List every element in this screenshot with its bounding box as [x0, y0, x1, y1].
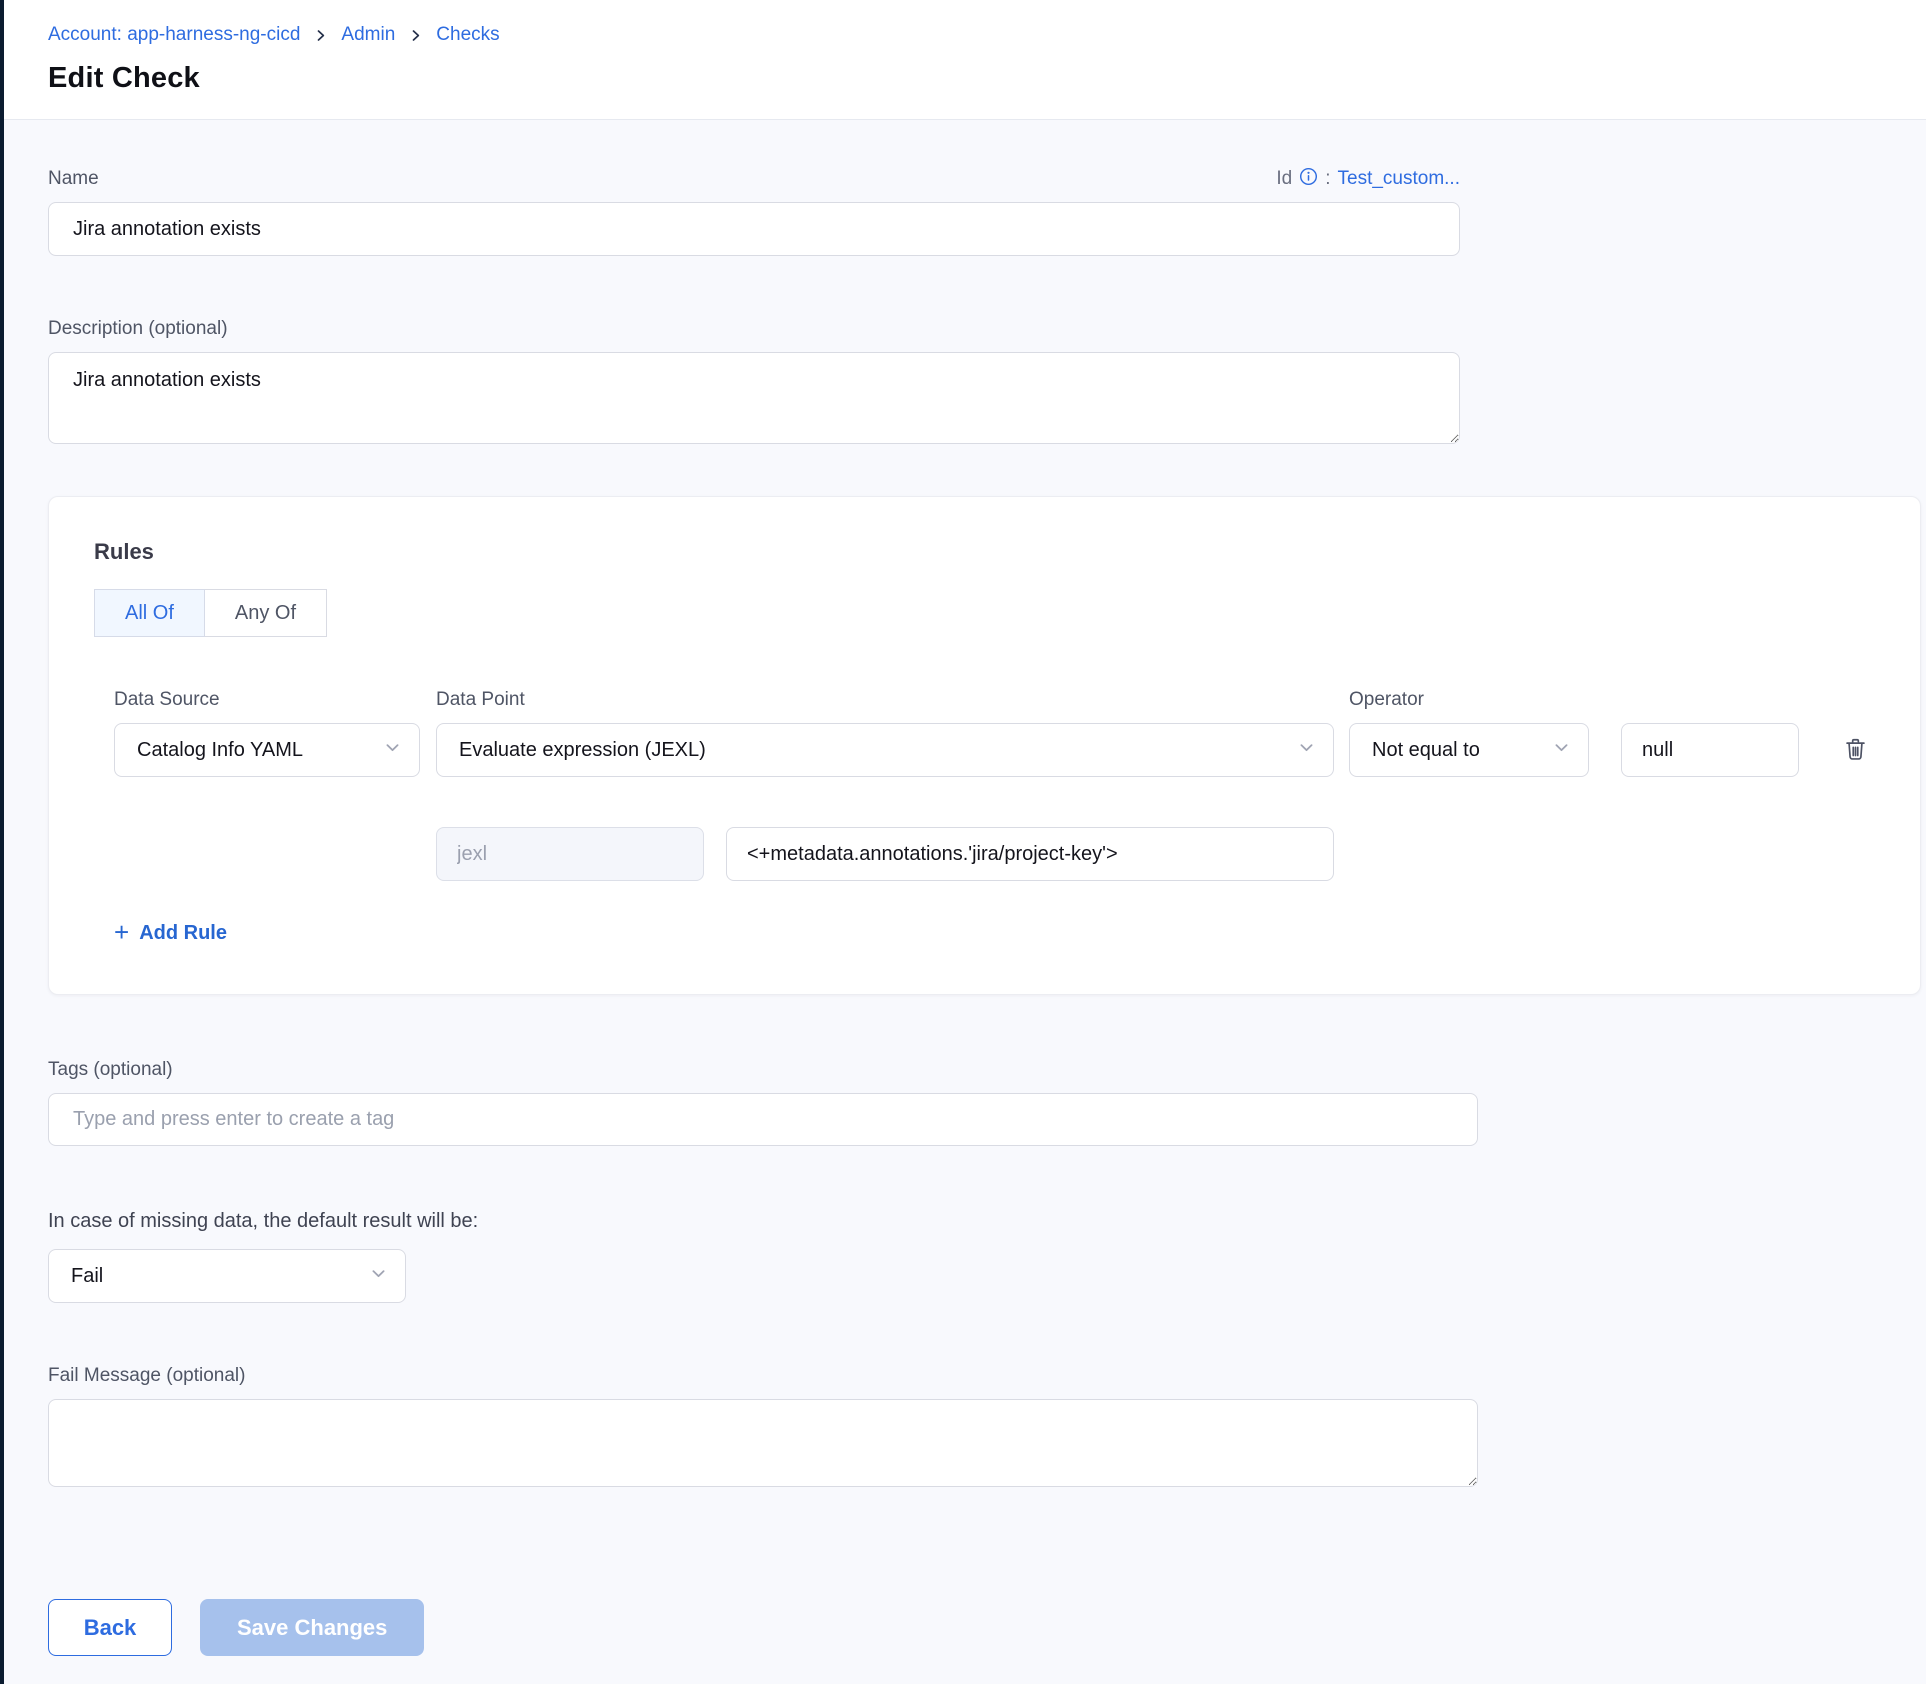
breadcrumb: Account: app-harness-ng-cicd Admin Check…	[48, 24, 1926, 46]
chevron-right-icon	[409, 29, 422, 42]
fail-message-label: Fail Message (optional)	[48, 1365, 245, 1386]
page-header: Account: app-harness-ng-cicd Admin Check…	[0, 0, 1926, 120]
data-point-value: Evaluate expression (JEXL)	[459, 739, 706, 762]
operator-select[interactable]: Not equal to	[1349, 723, 1589, 777]
operator-value: Not equal to	[1372, 739, 1480, 762]
breadcrumb-admin-link[interactable]: Admin	[341, 24, 395, 46]
tags-label: Tags (optional)	[48, 1059, 173, 1080]
operator-label: Operator	[1349, 689, 1589, 711]
chevron-down-icon	[370, 1265, 387, 1288]
data-point-label: Data Point	[436, 689, 1334, 711]
missing-data-label: In case of missing data, the default res…	[48, 1210, 1926, 1233]
id-label: Id	[1276, 168, 1292, 190]
info-icon[interactable]	[1299, 167, 1318, 186]
trash-icon	[1842, 734, 1869, 766]
rule-value-input[interactable]	[1621, 723, 1799, 777]
rule-row: Data Source Catalog Info YAML Data Point…	[114, 689, 1875, 881]
description-textarea[interactable]: Jira annotation exists	[48, 352, 1460, 444]
tags-input[interactable]	[48, 1093, 1478, 1146]
name-input[interactable]	[48, 202, 1460, 256]
default-result-value: Fail	[71, 1265, 103, 1288]
back-button[interactable]: Back	[48, 1599, 172, 1656]
check-id-line: Id : Test_custom...	[1276, 168, 1460, 190]
description-label: Description (optional)	[48, 318, 228, 339]
check-id-link[interactable]: Test_custom...	[1338, 168, 1461, 190]
id-separator: :	[1325, 168, 1330, 190]
name-label: Name	[48, 168, 99, 190]
chevron-right-icon	[314, 29, 327, 42]
form-actions: Back Save Changes	[48, 1599, 1926, 1656]
all-of-toggle[interactable]: All Of	[94, 589, 205, 637]
jexl-input[interactable]	[436, 827, 704, 881]
add-rule-label: Add Rule	[139, 922, 227, 945]
collapsed-sidebar-edge	[0, 0, 4, 1684]
delete-rule-button[interactable]	[1842, 723, 1869, 777]
chevron-down-icon	[1298, 739, 1315, 762]
default-result-select[interactable]: Fail	[48, 1249, 406, 1303]
chevron-down-icon	[384, 739, 401, 762]
rules-match-toggle: All Of Any Of	[94, 589, 327, 637]
plus-icon: +	[114, 919, 129, 945]
edit-check-form: Name Id : Test_custom... Description (op…	[0, 120, 1926, 1656]
save-changes-button[interactable]: Save Changes	[200, 1599, 424, 1656]
rules-card: Rules All Of Any Of Data Source Catalog …	[48, 496, 1921, 995]
data-source-label: Data Source	[114, 689, 420, 711]
data-point-select[interactable]: Evaluate expression (JEXL)	[436, 723, 1334, 777]
expression-input[interactable]	[726, 827, 1334, 881]
breadcrumb-checks-link[interactable]: Checks	[436, 24, 499, 46]
rules-heading: Rules	[94, 539, 1875, 565]
data-source-value: Catalog Info YAML	[137, 739, 303, 762]
chevron-down-icon	[1553, 739, 1570, 762]
data-source-select[interactable]: Catalog Info YAML	[114, 723, 420, 777]
add-rule-button[interactable]: + Add Rule	[114, 921, 227, 945]
breadcrumb-account-link[interactable]: Account: app-harness-ng-cicd	[48, 24, 300, 46]
page-title: Edit Check	[48, 62, 1926, 95]
any-of-toggle[interactable]: Any Of	[205, 589, 327, 637]
fail-message-textarea[interactable]	[48, 1399, 1478, 1487]
